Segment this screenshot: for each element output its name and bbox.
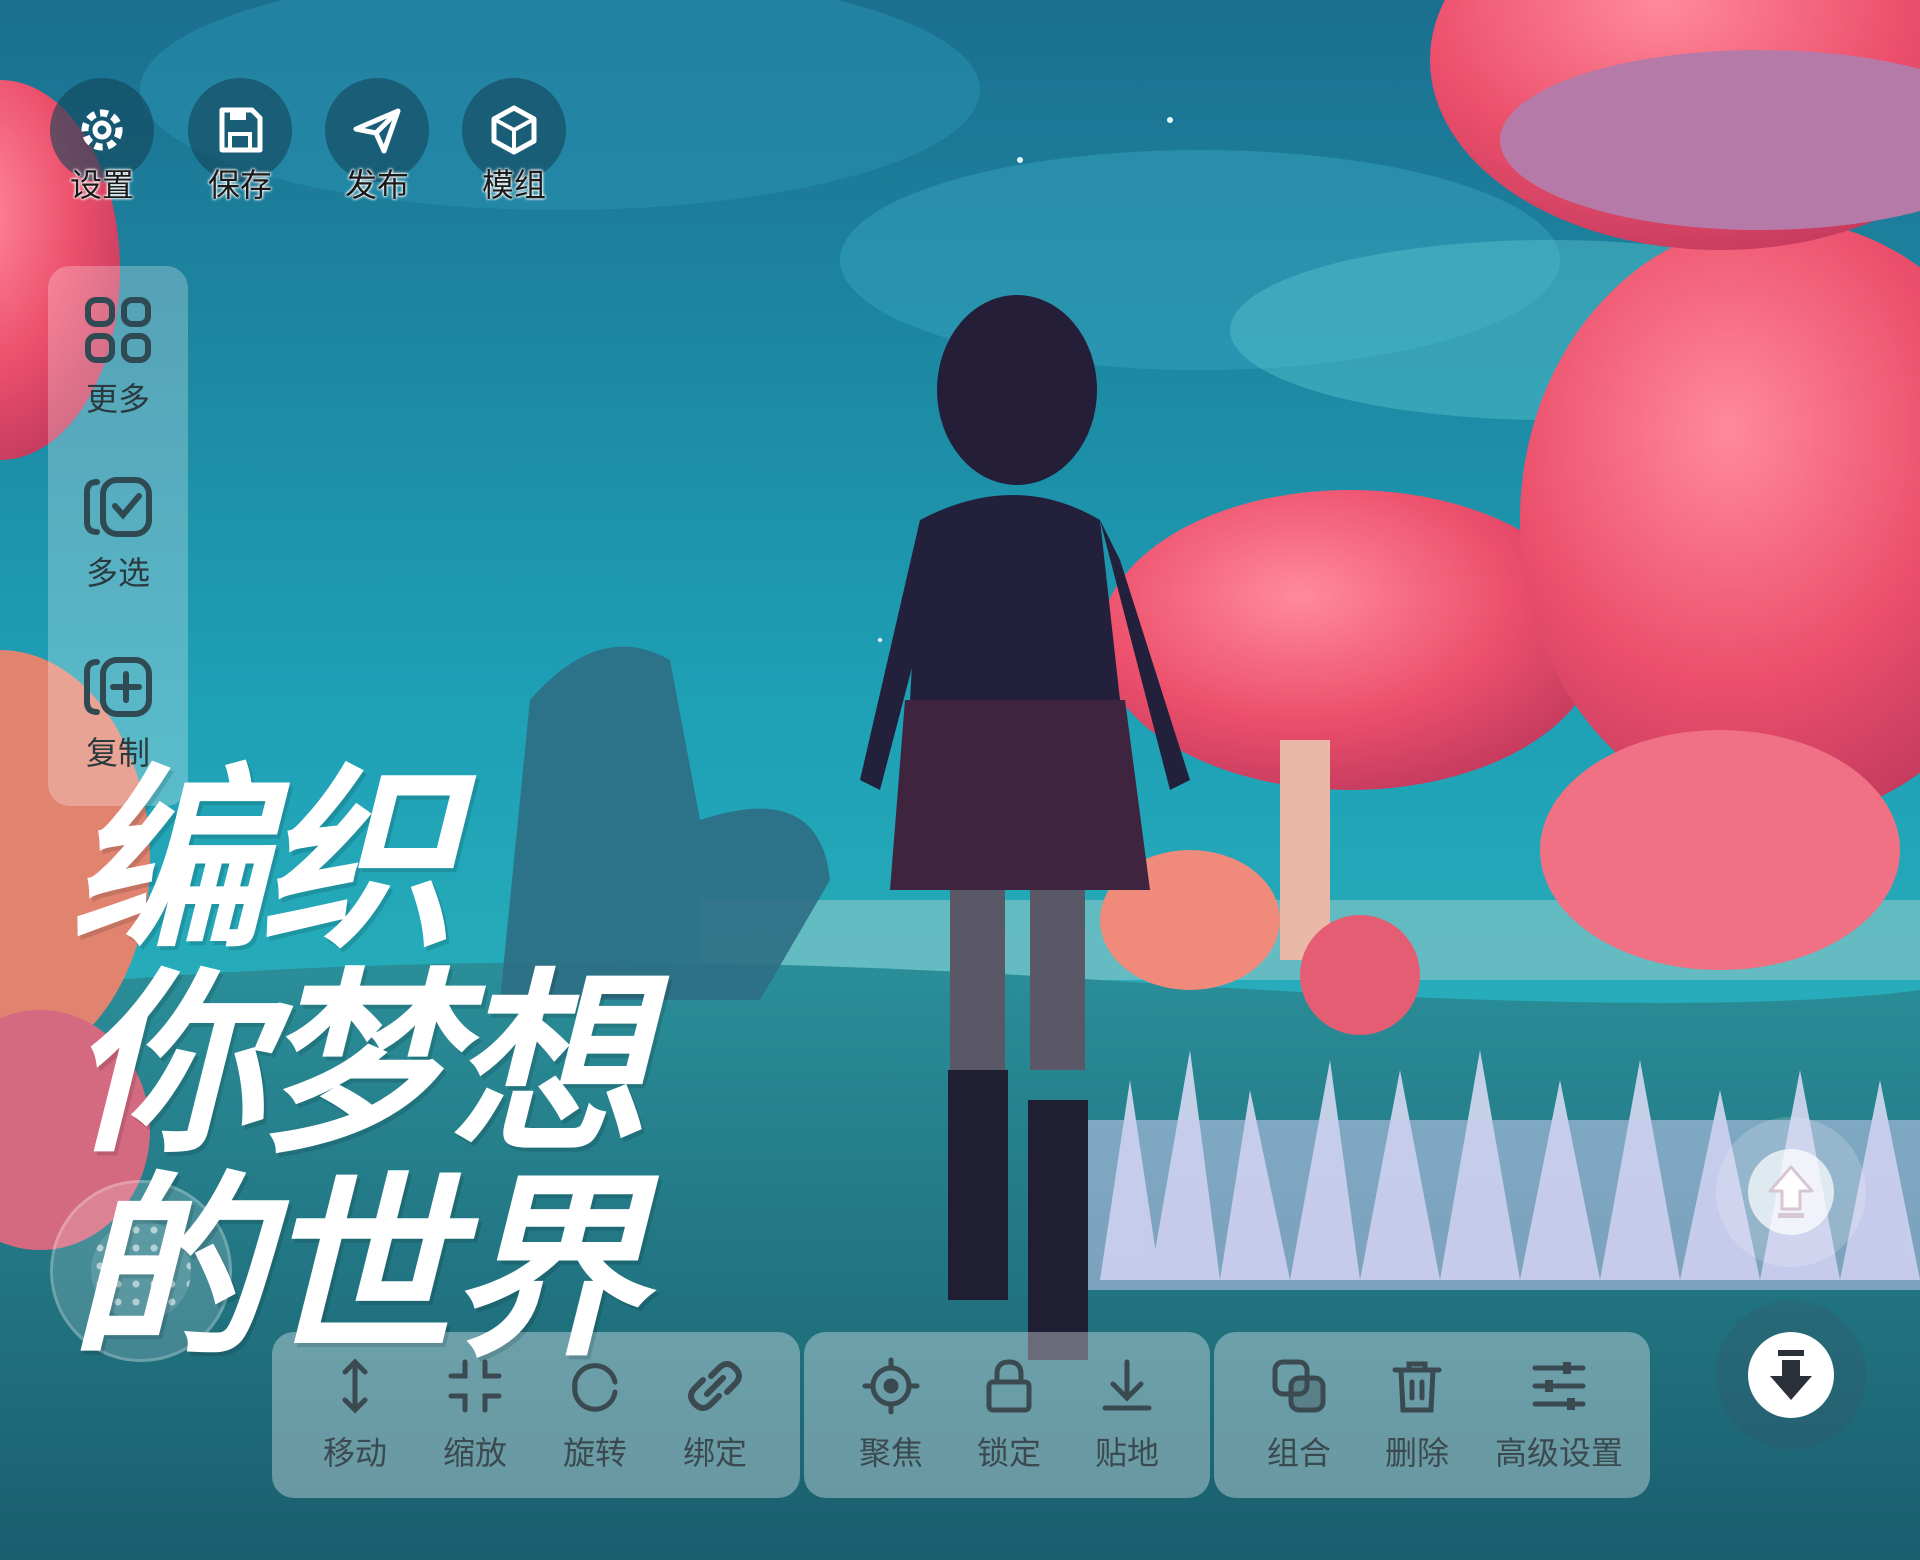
group-tool[interactable]: 组合 (1244, 1332, 1354, 1498)
save-label: 保存 (207, 166, 272, 204)
save-button[interactable]: 保存 (188, 78, 292, 208)
lock-tool[interactable]: 锁定 (954, 1332, 1064, 1498)
advanced-settings-label: 高级设置 (1494, 1434, 1623, 1472)
rotate-label: 旋转 (562, 1434, 627, 1472)
group-label: 组合 (1266, 1434, 1331, 1472)
copy-icon (84, 657, 152, 717)
slogan-line-1: 编织 (70, 748, 456, 976)
focus-label: 聚焦 (858, 1434, 923, 1472)
delete-tool[interactable]: 删除 (1362, 1332, 1472, 1498)
slogan-line-3: 的世界 (70, 1156, 646, 1384)
delete-label: 删除 (1384, 1434, 1449, 1472)
advanced-settings-tool[interactable]: 高级设置 (1484, 1332, 1634, 1498)
group-icon (1272, 1359, 1326, 1413)
publish-button[interactable]: 发布 (325, 78, 429, 208)
slogan-line-2: 你梦想 (70, 952, 646, 1180)
focus-tool[interactable]: 聚焦 (836, 1332, 946, 1498)
descend-button[interactable] (1716, 1300, 1866, 1450)
snap-ground-label: 贴地 (1094, 1434, 1159, 1472)
snap-ground-tool[interactable]: 贴地 (1072, 1332, 1182, 1498)
scale-label: 缩放 (442, 1434, 507, 1472)
ascend-button[interactable] (1716, 1117, 1866, 1267)
multi-select-button[interactable]: 多选 (48, 476, 188, 626)
download-icon (1102, 1359, 1152, 1411)
multi-select-icon (84, 477, 152, 537)
multi-select-label: 多选 (85, 554, 150, 592)
target-icon (862, 1357, 920, 1415)
ascend-arrow-icon (1748, 1149, 1834, 1235)
grid-icon (85, 297, 151, 363)
more-label: 更多 (85, 380, 150, 418)
settings-button[interactable]: 设置 (50, 78, 154, 208)
object-toolbar: 组合 删除 高级设置 (1214, 1332, 1650, 1498)
view-toolbar: 聚焦 锁定 贴地 (804, 1332, 1210, 1498)
descend-arrow-icon (1748, 1332, 1834, 1418)
move-label: 移动 (322, 1434, 387, 1472)
publish-label: 发布 (344, 166, 409, 204)
side-panel: 更多 多选 复制 (48, 266, 188, 806)
bind-label: 绑定 (682, 1434, 747, 1472)
more-button[interactable]: 更多 (48, 296, 188, 446)
mods-label: 模组 (481, 166, 546, 204)
lock-label: 锁定 (976, 1434, 1041, 1472)
lock-icon (986, 1359, 1032, 1413)
slogan: 编织 你梦想 的世界 (70, 760, 770, 1372)
settings-label: 设置 (69, 166, 134, 204)
mods-button[interactable]: 模组 (462, 78, 566, 208)
sliders-icon (1532, 1362, 1586, 1410)
trash-icon (1392, 1361, 1442, 1413)
